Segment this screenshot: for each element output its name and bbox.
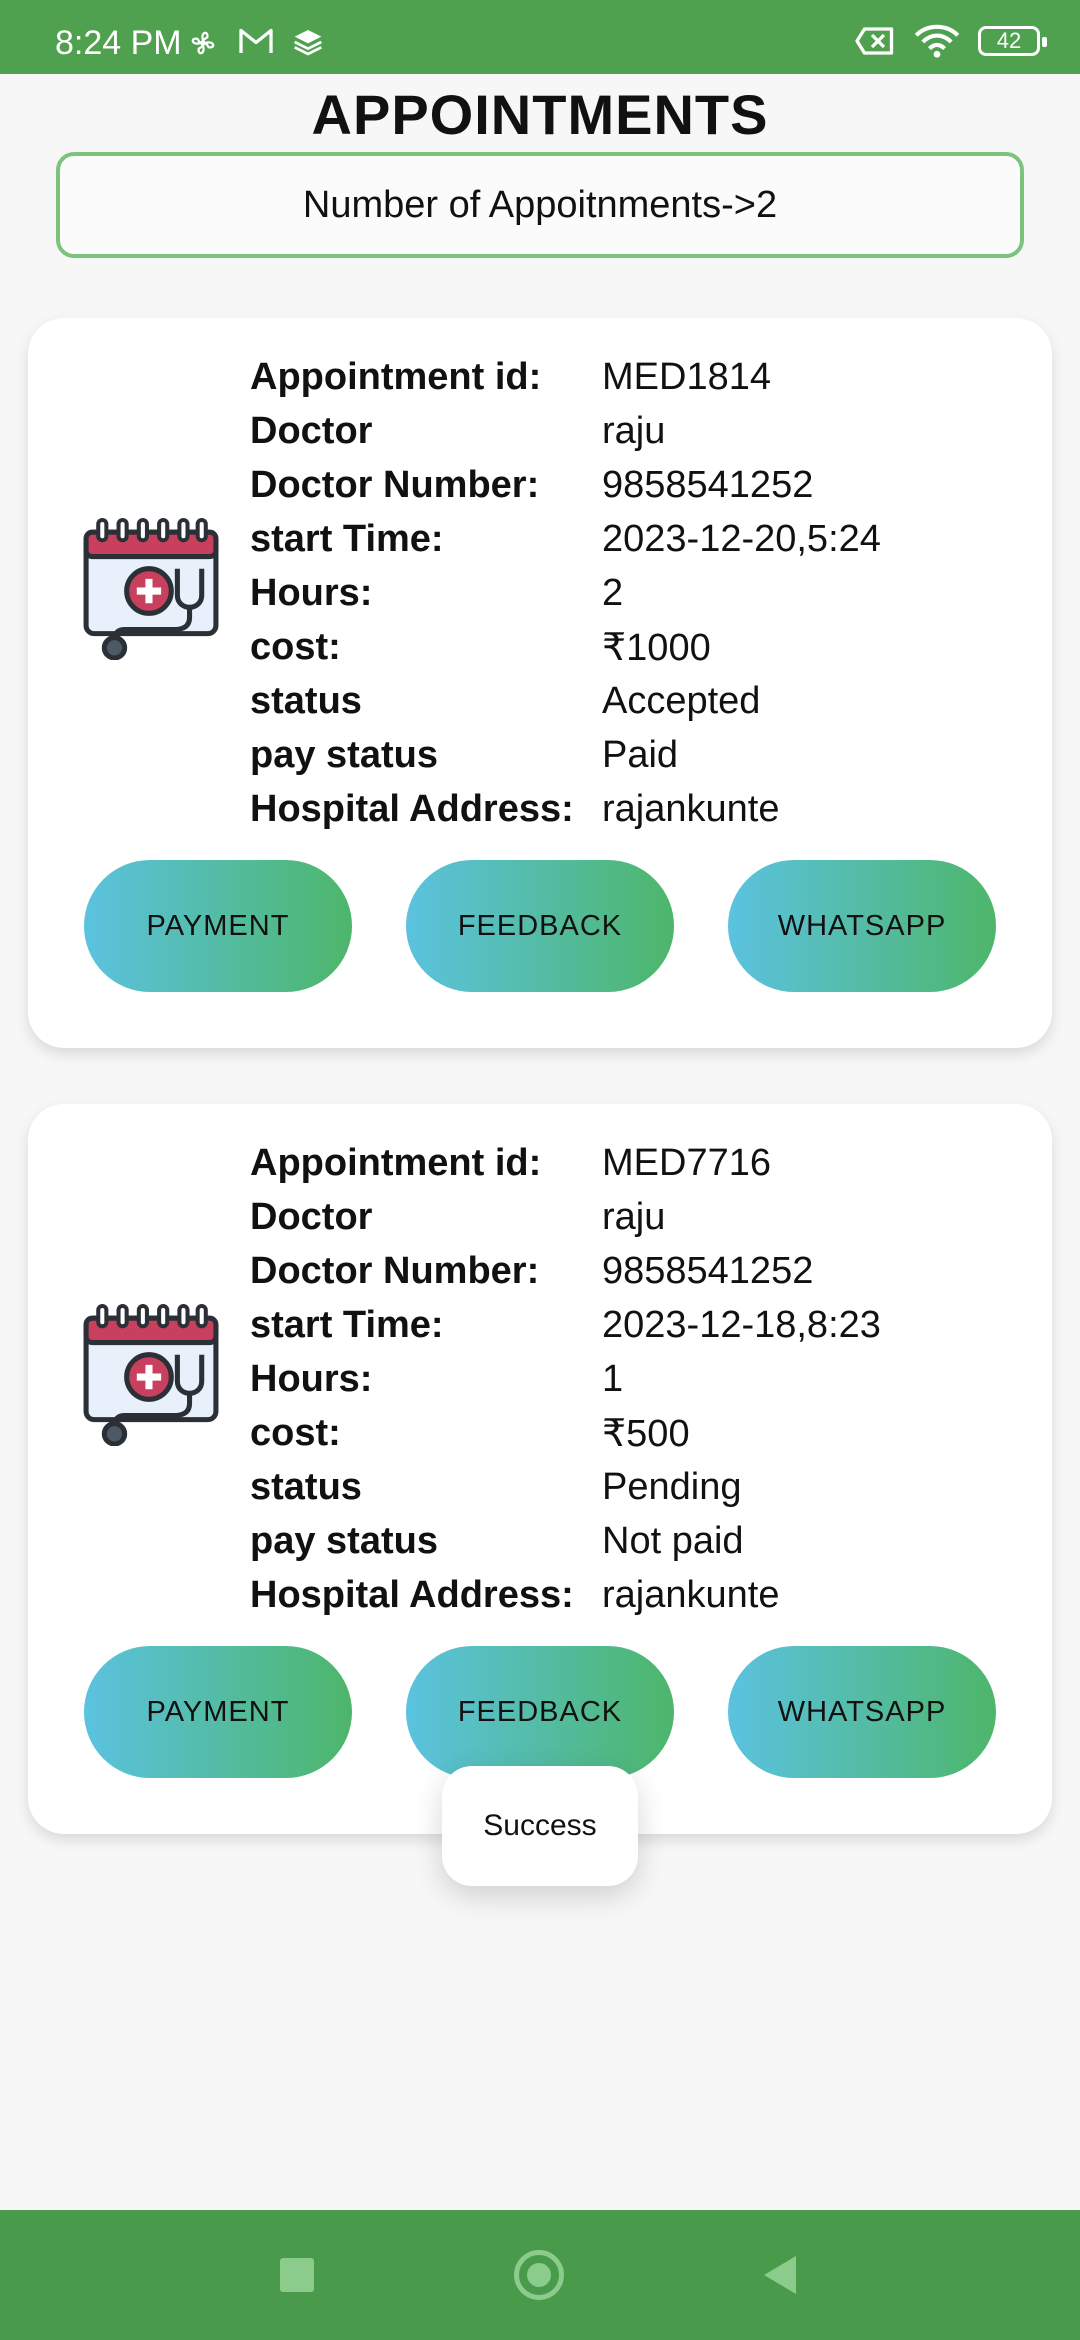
- home-icon[interactable]: [514, 2250, 564, 2300]
- label-appointment-id: Appointment id:: [250, 1141, 542, 1184]
- row-pay-status: pay status Paid: [250, 728, 881, 782]
- no-sim-icon: [855, 27, 894, 55]
- label-doctor: Doctor: [250, 1195, 373, 1238]
- row-cost: cost: ₹500: [250, 1406, 881, 1460]
- row-doctor-number: Doctor Number: 9858541252: [250, 1244, 881, 1298]
- battery-icon: 42: [978, 26, 1047, 56]
- label-status: status: [250, 1465, 362, 1508]
- value-start-time: 2023-12-18,8:23: [602, 1303, 881, 1346]
- row-pay-status: pay status Not paid: [250, 1514, 881, 1568]
- row-hospital-address: Hospital Address: rajankunte: [250, 1568, 881, 1622]
- battery-level: 42: [996, 28, 1022, 53]
- value-status: Pending: [602, 1465, 742, 1508]
- payment-button[interactable]: PAYMENT: [84, 860, 352, 992]
- row-status: status Pending: [250, 1460, 881, 1514]
- row-start-time: start Time: 2023-12-20,5:24: [250, 512, 881, 566]
- label-hospital-address: Hospital Address:: [250, 787, 574, 830]
- system-icons: 42: [854, 24, 1047, 58]
- appointment-card: Appointment id: MED7716 Doctor raju Doct…: [28, 1104, 1052, 1834]
- label-pay-status: pay status: [250, 1519, 438, 1562]
- label-doctor: Doctor: [250, 409, 373, 452]
- navigation-bar: [0, 2210, 1080, 2340]
- value-appointment-id: MED7716: [602, 1141, 771, 1184]
- value-cost: ₹1000: [602, 626, 711, 669]
- action-buttons: PAYMENT FEEDBACK WHATSAPP: [84, 860, 996, 992]
- value-doctor-number: 9858541252: [602, 463, 814, 506]
- wifi-icon: [914, 24, 960, 58]
- payment-button[interactable]: PAYMENT: [84, 1646, 352, 1778]
- row-doctor: Doctor raju: [250, 404, 881, 458]
- row-status: status Accepted: [250, 674, 881, 728]
- back-icon[interactable]: [764, 2256, 796, 2294]
- appointment-card: Appointment id: MED1814 Doctor raju Doct…: [28, 318, 1052, 1048]
- status-time: 8:24 PM: [55, 24, 182, 62]
- appointment-count-box: Number of Appoitnments->2: [56, 152, 1024, 258]
- label-appointment-id: Appointment id:: [250, 355, 542, 398]
- notification-icons: [186, 26, 324, 60]
- whatsapp-button[interactable]: WHATSAPP: [728, 1646, 996, 1778]
- row-doctor: Doctor raju: [250, 1190, 881, 1244]
- value-cost: ₹500: [602, 1412, 690, 1455]
- row-doctor-number: Doctor Number: 9858541252: [250, 458, 881, 512]
- appointment-count-text: Number of Appoitnments->2: [302, 183, 778, 226]
- row-appointment-id: Appointment id: MED7716: [250, 1136, 881, 1190]
- label-pay-status: pay status: [250, 733, 438, 776]
- row-hours: Hours: 2: [250, 566, 881, 620]
- label-doctor-number: Doctor Number:: [250, 1249, 540, 1292]
- appointment-details: Appointment id: MED7716 Doctor raju Doct…: [250, 1136, 881, 1622]
- feedback-button[interactable]: FEEDBACK: [406, 1646, 674, 1778]
- success-toast: Success: [442, 1766, 638, 1886]
- value-hospital-address: rajankunte: [602, 787, 780, 830]
- label-start-time: start Time:: [250, 1303, 444, 1346]
- label-hours: Hours:: [250, 571, 373, 614]
- value-pay-status: Paid: [602, 733, 679, 776]
- row-hospital-address: Hospital Address: rajankunte: [250, 782, 881, 836]
- value-appointment-id: MED1814: [602, 355, 771, 398]
- value-hours: 1: [602, 1357, 624, 1400]
- row-cost: cost: ₹1000: [250, 620, 881, 674]
- value-hospital-address: rajankunte: [602, 1573, 780, 1616]
- row-hours: Hours: 1: [250, 1352, 881, 1406]
- value-doctor: raju: [602, 409, 666, 452]
- label-doctor-number: Doctor Number:: [250, 463, 540, 506]
- medical-calendar-icon: [83, 518, 219, 660]
- value-doctor-number: 9858541252: [602, 1249, 814, 1292]
- whatsapp-button[interactable]: WHATSAPP: [728, 860, 996, 992]
- fan-icon: [191, 31, 215, 55]
- toast-text: Success: [483, 1809, 597, 1842]
- label-cost: cost:: [250, 625, 341, 668]
- recents-icon[interactable]: [280, 2258, 314, 2292]
- value-hours: 2: [602, 571, 624, 614]
- stack-icon: [294, 30, 322, 56]
- value-start-time: 2023-12-20,5:24: [602, 517, 881, 560]
- gmail-icon: [239, 28, 273, 53]
- label-hours: Hours:: [250, 1357, 373, 1400]
- feedback-button[interactable]: FEEDBACK: [406, 860, 674, 992]
- value-doctor: raju: [602, 1195, 666, 1238]
- value-status: Accepted: [602, 679, 761, 722]
- status-bar: 8:24 PM 42: [0, 0, 1080, 74]
- value-pay-status: Not paid: [602, 1519, 744, 1562]
- label-status: status: [250, 679, 362, 722]
- appointment-details: Appointment id: MED1814 Doctor raju Doct…: [250, 350, 881, 836]
- label-start-time: start Time:: [250, 517, 444, 560]
- row-appointment-id: Appointment id: MED1814: [250, 350, 881, 404]
- action-buttons: PAYMENT FEEDBACK WHATSAPP: [84, 1646, 996, 1778]
- medical-calendar-icon: [83, 1304, 219, 1446]
- row-start-time: start Time: 2023-12-18,8:23: [250, 1298, 881, 1352]
- page-title: APPOINTMENTS: [311, 83, 769, 146]
- label-cost: cost:: [250, 1411, 341, 1454]
- label-hospital-address: Hospital Address:: [250, 1573, 574, 1616]
